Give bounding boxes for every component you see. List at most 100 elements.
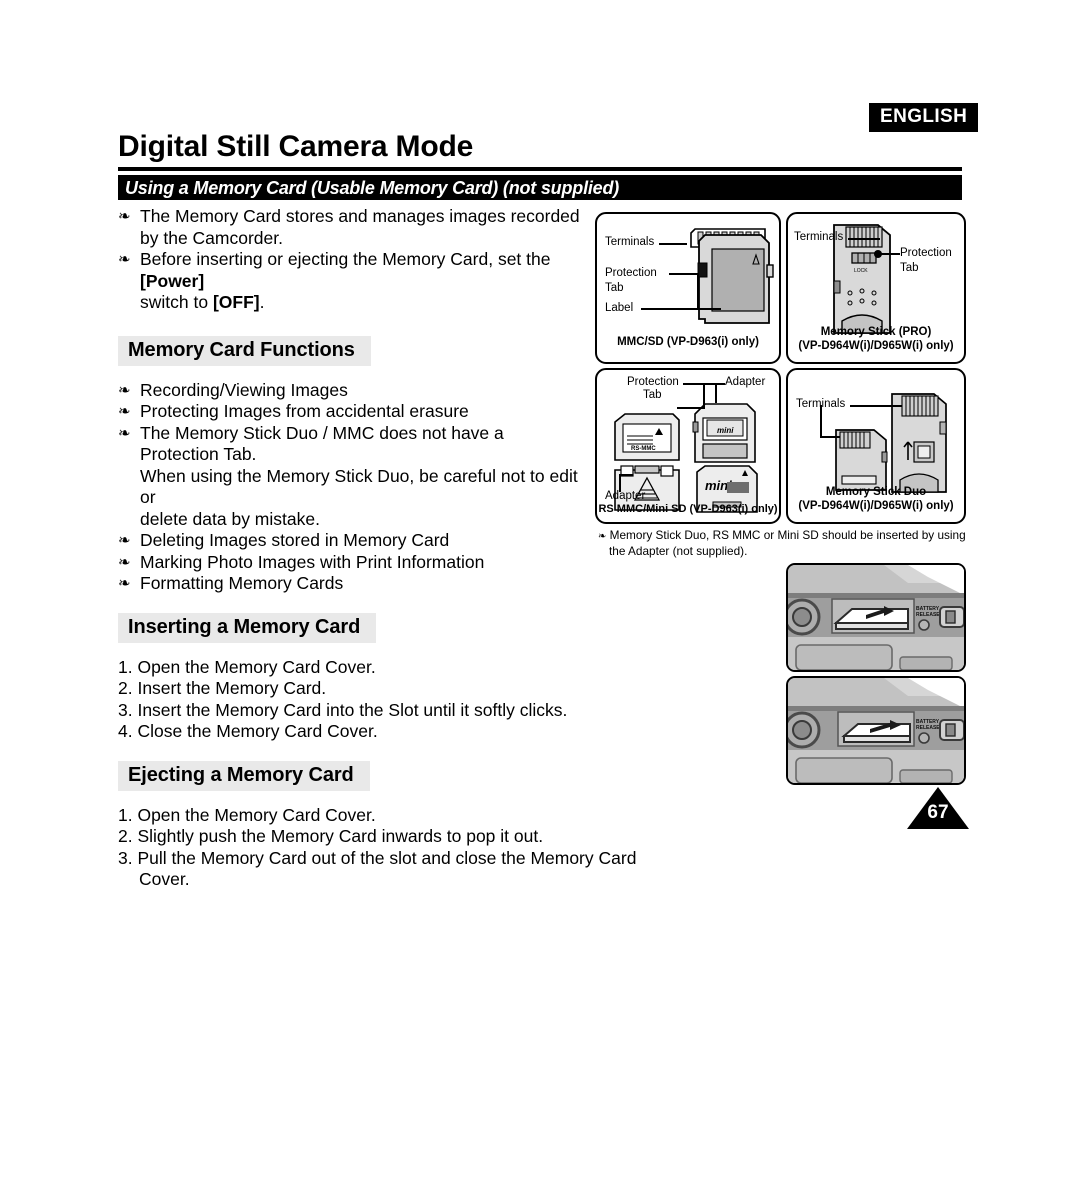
diagram-mmc-sd: Terminals Protection Tab Label MMC/SD (V… (595, 212, 781, 364)
section-band-label: Using a Memory Card (Usable Memory Card)… (125, 178, 620, 198)
ejecting-step-1: 1. Open the Memory Card Cover. (118, 804, 376, 825)
caption-memory-stick-pro-line-1: Memory Stick (PRO) (820, 326, 932, 338)
svg-text:RS-MMC: RS-MMC (631, 446, 656, 452)
leader-terminals (850, 405, 902, 407)
caption-memory-stick-duo-line-1: Memory Stick Duo (825, 486, 927, 498)
leader-protection-riser (703, 383, 705, 408)
inserting-steps: 1. Open the Memory Card Cover. 2. Insert… (118, 657, 580, 743)
caption-memory-stick-duo-line-2: (VP-D964W(i)/D965W(i) only) (798, 500, 954, 512)
camcorder-slot-illustration-top: BATTERY RELEASE (788, 565, 964, 670)
title-rule (118, 167, 962, 171)
label-protection: Protection (605, 267, 657, 279)
heading-memory-card-functions: Memory Card Functions (118, 335, 371, 366)
function-item-4-label: Deleting Images stored in Memory Card (140, 530, 450, 550)
caption-memory-stick-pro-line-2: (VP-D964W(i)/D965W(i) only) (798, 340, 954, 352)
function-item-3-cont-1: When using the Memory Stick Duo, be care… (140, 465, 578, 508)
function-item-6: ❧ Formatting Memory Cards (118, 573, 580, 595)
photo-eject-memory-card: BATTERY RELEASE (786, 676, 966, 785)
ejecting-steps: 1. Open the Memory Card Cover. 2. Slight… (118, 805, 678, 891)
intro-bullet-1: ❧ The Memory Card stores and manages ima… (118, 206, 580, 228)
camcorder-slot-illustration-bottom: BATTERY RELEASE (788, 678, 964, 783)
leader-protection-foot (677, 407, 705, 409)
inserting-step-3: 3. Insert the Memory Card into the Slot … (118, 699, 568, 720)
function-item-3-label: The Memory Stick Duo / MMC does not have… (140, 422, 504, 465)
function-item-4: ❧ Deleting Images stored in Memory Card (118, 530, 580, 552)
section-band: Using a Memory Card (Usable Memory Card)… (118, 175, 962, 200)
power-keyword: [Power] (140, 270, 205, 291)
label-terminals: Terminals (605, 236, 655, 248)
intro-bullet-2-line-1: Before inserting or ejecting the Memory … (140, 249, 551, 269)
leader-terminals-riser (820, 405, 822, 437)
leader-terminals (659, 243, 687, 245)
heading-ejecting-a-memory-card: Ejecting a Memory Card (118, 760, 370, 791)
bullet-icon: ❧ (118, 381, 131, 399)
ejecting-step-3: 3. Pull the Memory Card out of the slot … (118, 847, 637, 890)
leader-protection (683, 383, 705, 385)
inserting-step-1: 1. Open the Memory Card Cover. (118, 656, 376, 677)
label-tab: Tab (900, 262, 919, 274)
adapter-note-line-1: Memory Stick Duo, RS MMC or Mini SD shou… (609, 528, 966, 542)
caption-mmc-sd: MMC/SD (VP-D963(i) only) (617, 336, 759, 348)
function-item-1: ❧ Recording/Viewing Images (118, 380, 580, 402)
diagram-rs-mmc-mini-sd: RS-MMC mini mini Protection Tab Adapter … (595, 368, 781, 524)
leader-protection (669, 273, 698, 275)
caption-rs-mmc-mini-sd: RS MMC/Mini SD (VP-D963(i) only) (598, 503, 778, 515)
svg-text:RELEASE: RELEASE (916, 725, 940, 731)
function-item-5-label: Marking Photo Images with Print Informat… (140, 551, 485, 572)
mmc-sd-card-illustration (690, 228, 774, 324)
bullet-icon: ❧ (118, 208, 131, 225)
label-adapter-top: Adapter (725, 376, 766, 388)
label-protection: Protection (900, 247, 952, 259)
label-adapter-bottom: Adapter (605, 490, 646, 502)
function-item-2-label: Protecting Images from accidental erasur… (140, 401, 469, 421)
leader-label-riser (697, 273, 699, 309)
intro-bullet-2: ❧ Before inserting or ejecting the Memor… (118, 249, 580, 292)
off-keyword: [OFF] (212, 292, 260, 312)
page-number-badge: 67 (907, 787, 969, 829)
ejecting-step-2: 2. Slightly push the Memory Card inwards… (118, 826, 544, 846)
label-protection: Protection (627, 376, 679, 388)
bullet-icon: ❧ (118, 532, 131, 549)
heading-inserting-a-memory-card: Inserting a Memory Card (118, 612, 377, 643)
leader-terminals-foot (820, 436, 840, 438)
label-tab: Tab (643, 389, 662, 401)
svg-text:RELEASE: RELEASE (916, 612, 940, 618)
inserting-step-2: 2. Insert the Memory Card. (118, 678, 327, 698)
function-item-5: ❧ Marking Photo Images with Print Inform… (118, 552, 580, 574)
protection-tab-dot (874, 250, 882, 258)
bullet-icon: ❧ (118, 553, 131, 571)
mini-sd-adapter-illustration: mini (692, 403, 756, 463)
leader-label (641, 308, 721, 310)
label-label: Label (605, 302, 634, 314)
diagram-memory-stick-pro: LOCK Terminals Protection Tab Memory Sti… (786, 212, 966, 364)
adapter-note: ❧ Memory Stick Duo, RS MMC or Mini SD sh… (598, 528, 968, 558)
intro-bullet-1-line-1: The Memory Card stores and manages image… (140, 206, 580, 226)
page-title: Digital Still Camera Mode (118, 130, 474, 163)
leader-terminals (848, 238, 880, 240)
rs-mmc-card-illustration: RS-MMC (614, 413, 680, 461)
svg-text:mini: mini (717, 426, 734, 435)
function-item-3: ❧ The Memory Stick Duo / MMC does not ha… (118, 423, 580, 466)
function-item-1-label: Recording/Viewing Images (140, 379, 348, 400)
bullet-icon: ❧ (118, 424, 131, 442)
adapter-note-line-2: the Adapter (not supplied). (609, 544, 748, 558)
language-badge: ENGLISH (869, 103, 979, 132)
bullet-icon: ❧ (118, 403, 131, 420)
switch-to-text: switch to (140, 292, 213, 312)
bullet-icon: ❧ (118, 575, 131, 592)
intro-bullet-2-line-2: switch to [OFF]. (118, 292, 580, 314)
function-item-6-label: Formatting Memory Cards (140, 573, 344, 593)
leader-adapter-top-riser (715, 383, 717, 403)
intro-bullet-1-line-2: by the Camcorder. (140, 227, 283, 248)
svg-text:LOCK: LOCK (854, 268, 868, 274)
bullet-icon: ❧ (118, 251, 131, 268)
manual-page: ENGLISH Digital Still Camera Mode Using … (0, 0, 1080, 1177)
memory-stick-duo-card-illustration (835, 429, 888, 491)
label-terminals: Terminals (794, 231, 844, 243)
leader-adapter-bottom-riser (619, 474, 621, 492)
page-number: 67 (927, 802, 949, 823)
diagram-memory-stick-duo: Terminals Memory Stick Duo (VP-D964W(i)/… (786, 368, 966, 524)
inserting-step-4: 4. Close the Memory Card Cover. (118, 721, 378, 741)
photo-insert-memory-card: BATTERY RELEASE (786, 563, 966, 672)
period: . (259, 292, 265, 312)
